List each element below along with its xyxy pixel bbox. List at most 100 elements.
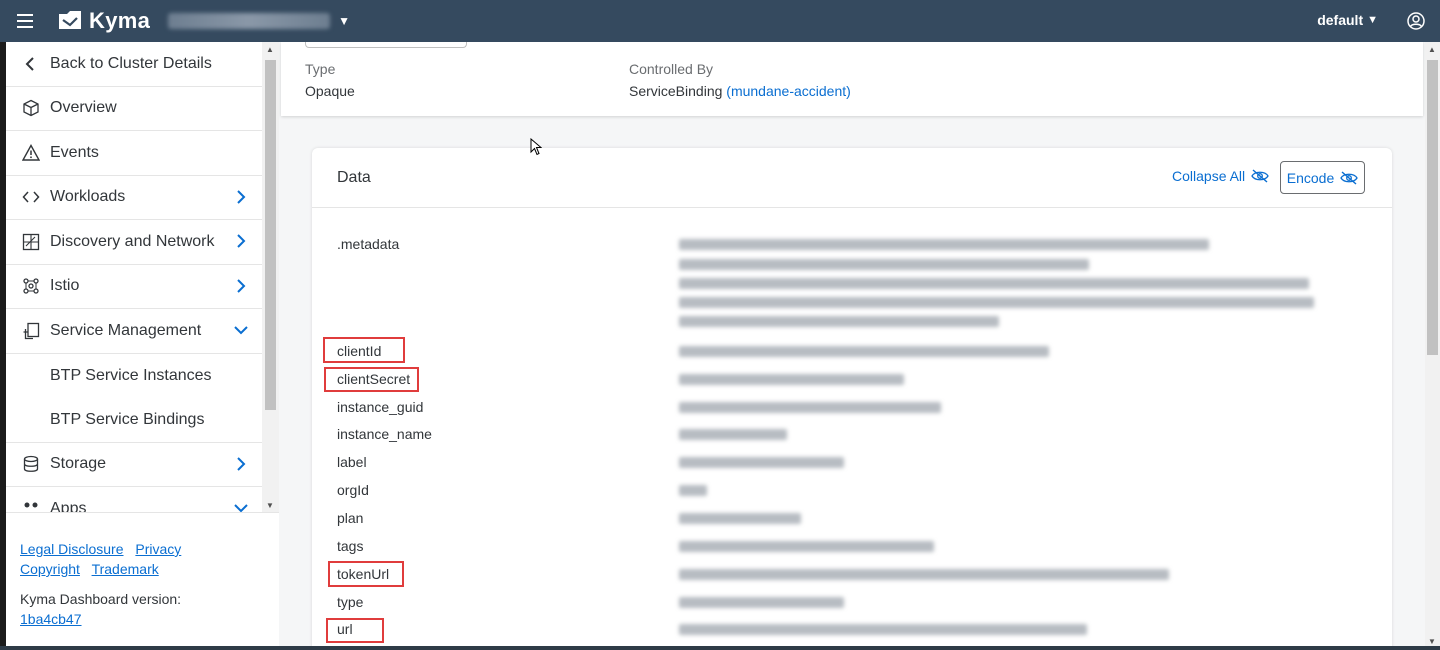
sidebar-item-storage[interactable]: Storage	[6, 443, 262, 487]
collapse-all-button[interactable]: Collapse All	[1172, 168, 1269, 184]
chevron-right-icon	[237, 278, 246, 293]
mesh-icon	[18, 276, 44, 296]
controlled-by-value: ServiceBinding	[629, 83, 723, 99]
sidebar-item-istio[interactable]: Istio	[6, 265, 262, 309]
sidebar-item-events[interactable]: Events	[6, 131, 262, 176]
data-key: instance_name	[337, 426, 432, 442]
scroll-up-arrow-icon[interactable]: ▲	[266, 45, 274, 54]
user-icon[interactable]	[1406, 11, 1426, 31]
scroll-up-arrow-icon[interactable]: ▲	[1428, 45, 1436, 54]
sidebar-item-label: BTP Service Instances	[50, 366, 212, 384]
redacted-value	[679, 541, 934, 552]
namespace-selector[interactable]: default ▼	[1317, 12, 1378, 28]
redacted-value	[679, 346, 1049, 357]
taskbar-edge	[0, 646, 1440, 650]
chevron-down-icon	[234, 504, 248, 512]
chevron-down-icon	[234, 326, 248, 335]
chevron-left-icon	[18, 54, 44, 74]
kyma-logo[interactable]: Kyma	[57, 8, 150, 34]
data-card-header: Data Collapse All Encode	[312, 148, 1392, 208]
sidebar-item-overview[interactable]: Overview	[6, 87, 262, 131]
highlight-box-tokenurl	[328, 561, 404, 587]
sidebar-item-btp-service-bindings[interactable]: BTP Service Bindings	[6, 398, 262, 443]
redacted-value	[679, 429, 787, 440]
cluster-name-redacted[interactable]	[168, 13, 331, 29]
sidebar-item-workloads[interactable]: Workloads	[6, 176, 262, 220]
kyma-logo-icon	[59, 11, 81, 29]
highlight-box-clientid	[323, 337, 405, 363]
redacted-value	[679, 597, 844, 608]
storage-icon	[18, 454, 44, 474]
sidebar-item-label: BTP Service Bindings	[50, 410, 205, 428]
network-icon	[18, 232, 44, 252]
back-to-cluster-link[interactable]: Back to Cluster Details	[6, 42, 262, 87]
redacted-value	[679, 402, 941, 413]
service-binding-link[interactable]: (mundane-accident)	[726, 83, 851, 99]
redacted-value	[679, 485, 707, 496]
sidebar: Back to Cluster Details Overview Events …	[6, 42, 279, 648]
redacted-value	[679, 239, 1209, 250]
sidebar-item-apps[interactable]: Apps	[6, 487, 262, 512]
scroll-down-arrow-icon[interactable]: ▼	[266, 501, 274, 510]
service-icon	[18, 321, 44, 341]
cube-icon	[18, 98, 44, 118]
chevron-right-icon	[237, 456, 246, 471]
privacy-link[interactable]: Privacy	[135, 541, 181, 557]
redacted-value	[679, 513, 801, 524]
chevron-down-icon[interactable]: ▼	[338, 14, 350, 28]
collapsed-field	[305, 42, 467, 48]
page-scrollbar[interactable]: ▲ ▼	[1425, 42, 1440, 648]
redacted-value	[679, 259, 1089, 270]
copyright-link[interactable]: Copyright	[20, 561, 80, 577]
redacted-value	[679, 624, 1087, 635]
scrollbar-thumb[interactable]	[1427, 60, 1438, 355]
chevron-right-icon	[237, 234, 246, 248]
encode-button[interactable]: Encode	[1280, 161, 1365, 194]
hide-icon	[1251, 169, 1269, 183]
metadata-card: Type Opaque Controlled By ServiceBinding…	[281, 42, 1423, 116]
chevron-right-icon	[237, 189, 246, 204]
data-key: plan	[337, 510, 364, 526]
sidebar-item-label: Events	[50, 143, 99, 161]
highlight-box-clientsecret	[324, 367, 419, 392]
sidebar-item-label: Service Management	[50, 321, 202, 339]
encode-label: Encode	[1286, 169, 1335, 186]
warning-icon	[18, 143, 44, 163]
sidebar-item-label: Istio	[50, 277, 80, 295]
sidebar-item-label: Apps	[50, 499, 87, 512]
redacted-value	[679, 457, 844, 468]
data-key: .metadata	[337, 236, 400, 252]
sidebar-item-btp-service-instances[interactable]: BTP Service Instances	[6, 354, 262, 399]
data-key: type	[337, 594, 364, 610]
collapse-all-label: Collapse All	[1172, 168, 1246, 184]
sidebar-item-label: Workloads	[50, 188, 126, 206]
namespace-label: default	[1317, 12, 1364, 28]
sidebar-item-discovery-network[interactable]: Discovery and Network	[6, 220, 262, 265]
menu-icon[interactable]	[17, 6, 47, 36]
scrollbar-thumb[interactable]	[265, 60, 276, 410]
controlled-by-label: Controlled By	[629, 61, 714, 77]
data-card-title: Data	[337, 169, 371, 186]
sidebar-item-label: Discovery and Network	[50, 232, 215, 250]
caret-down-icon: ▼	[1367, 14, 1378, 26]
redacted-value	[679, 316, 999, 327]
sidebar-item-service-management[interactable]: Service Management	[6, 309, 262, 354]
apps-icon	[18, 499, 44, 512]
scroll-down-arrow-icon[interactable]: ▼	[1428, 637, 1436, 646]
trademark-link[interactable]: Trademark	[92, 561, 159, 577]
sidebar-footer: Legal Disclosure Privacy Copyright Trade…	[6, 512, 279, 648]
data-key: instance_guid	[337, 399, 424, 415]
mouse-cursor-icon	[530, 138, 542, 156]
legal-disclosure-link[interactable]: Legal Disclosure	[20, 541, 124, 557]
sidebar-item-label: Overview	[50, 99, 117, 117]
redacted-value	[679, 569, 1169, 580]
type-label: Type	[305, 61, 336, 77]
type-value: Opaque	[305, 83, 355, 99]
redacted-value	[679, 297, 1314, 308]
side-nav: Back to Cluster Details Overview Events …	[6, 42, 262, 512]
sidebar-scrollbar[interactable]: ▲ ▼	[262, 42, 279, 512]
data-key: tags	[337, 538, 364, 554]
version-label: Kyma Dashboard version:	[20, 591, 182, 607]
highlight-box-url	[326, 618, 384, 643]
version-link[interactable]: 1ba4cb47	[20, 611, 82, 627]
